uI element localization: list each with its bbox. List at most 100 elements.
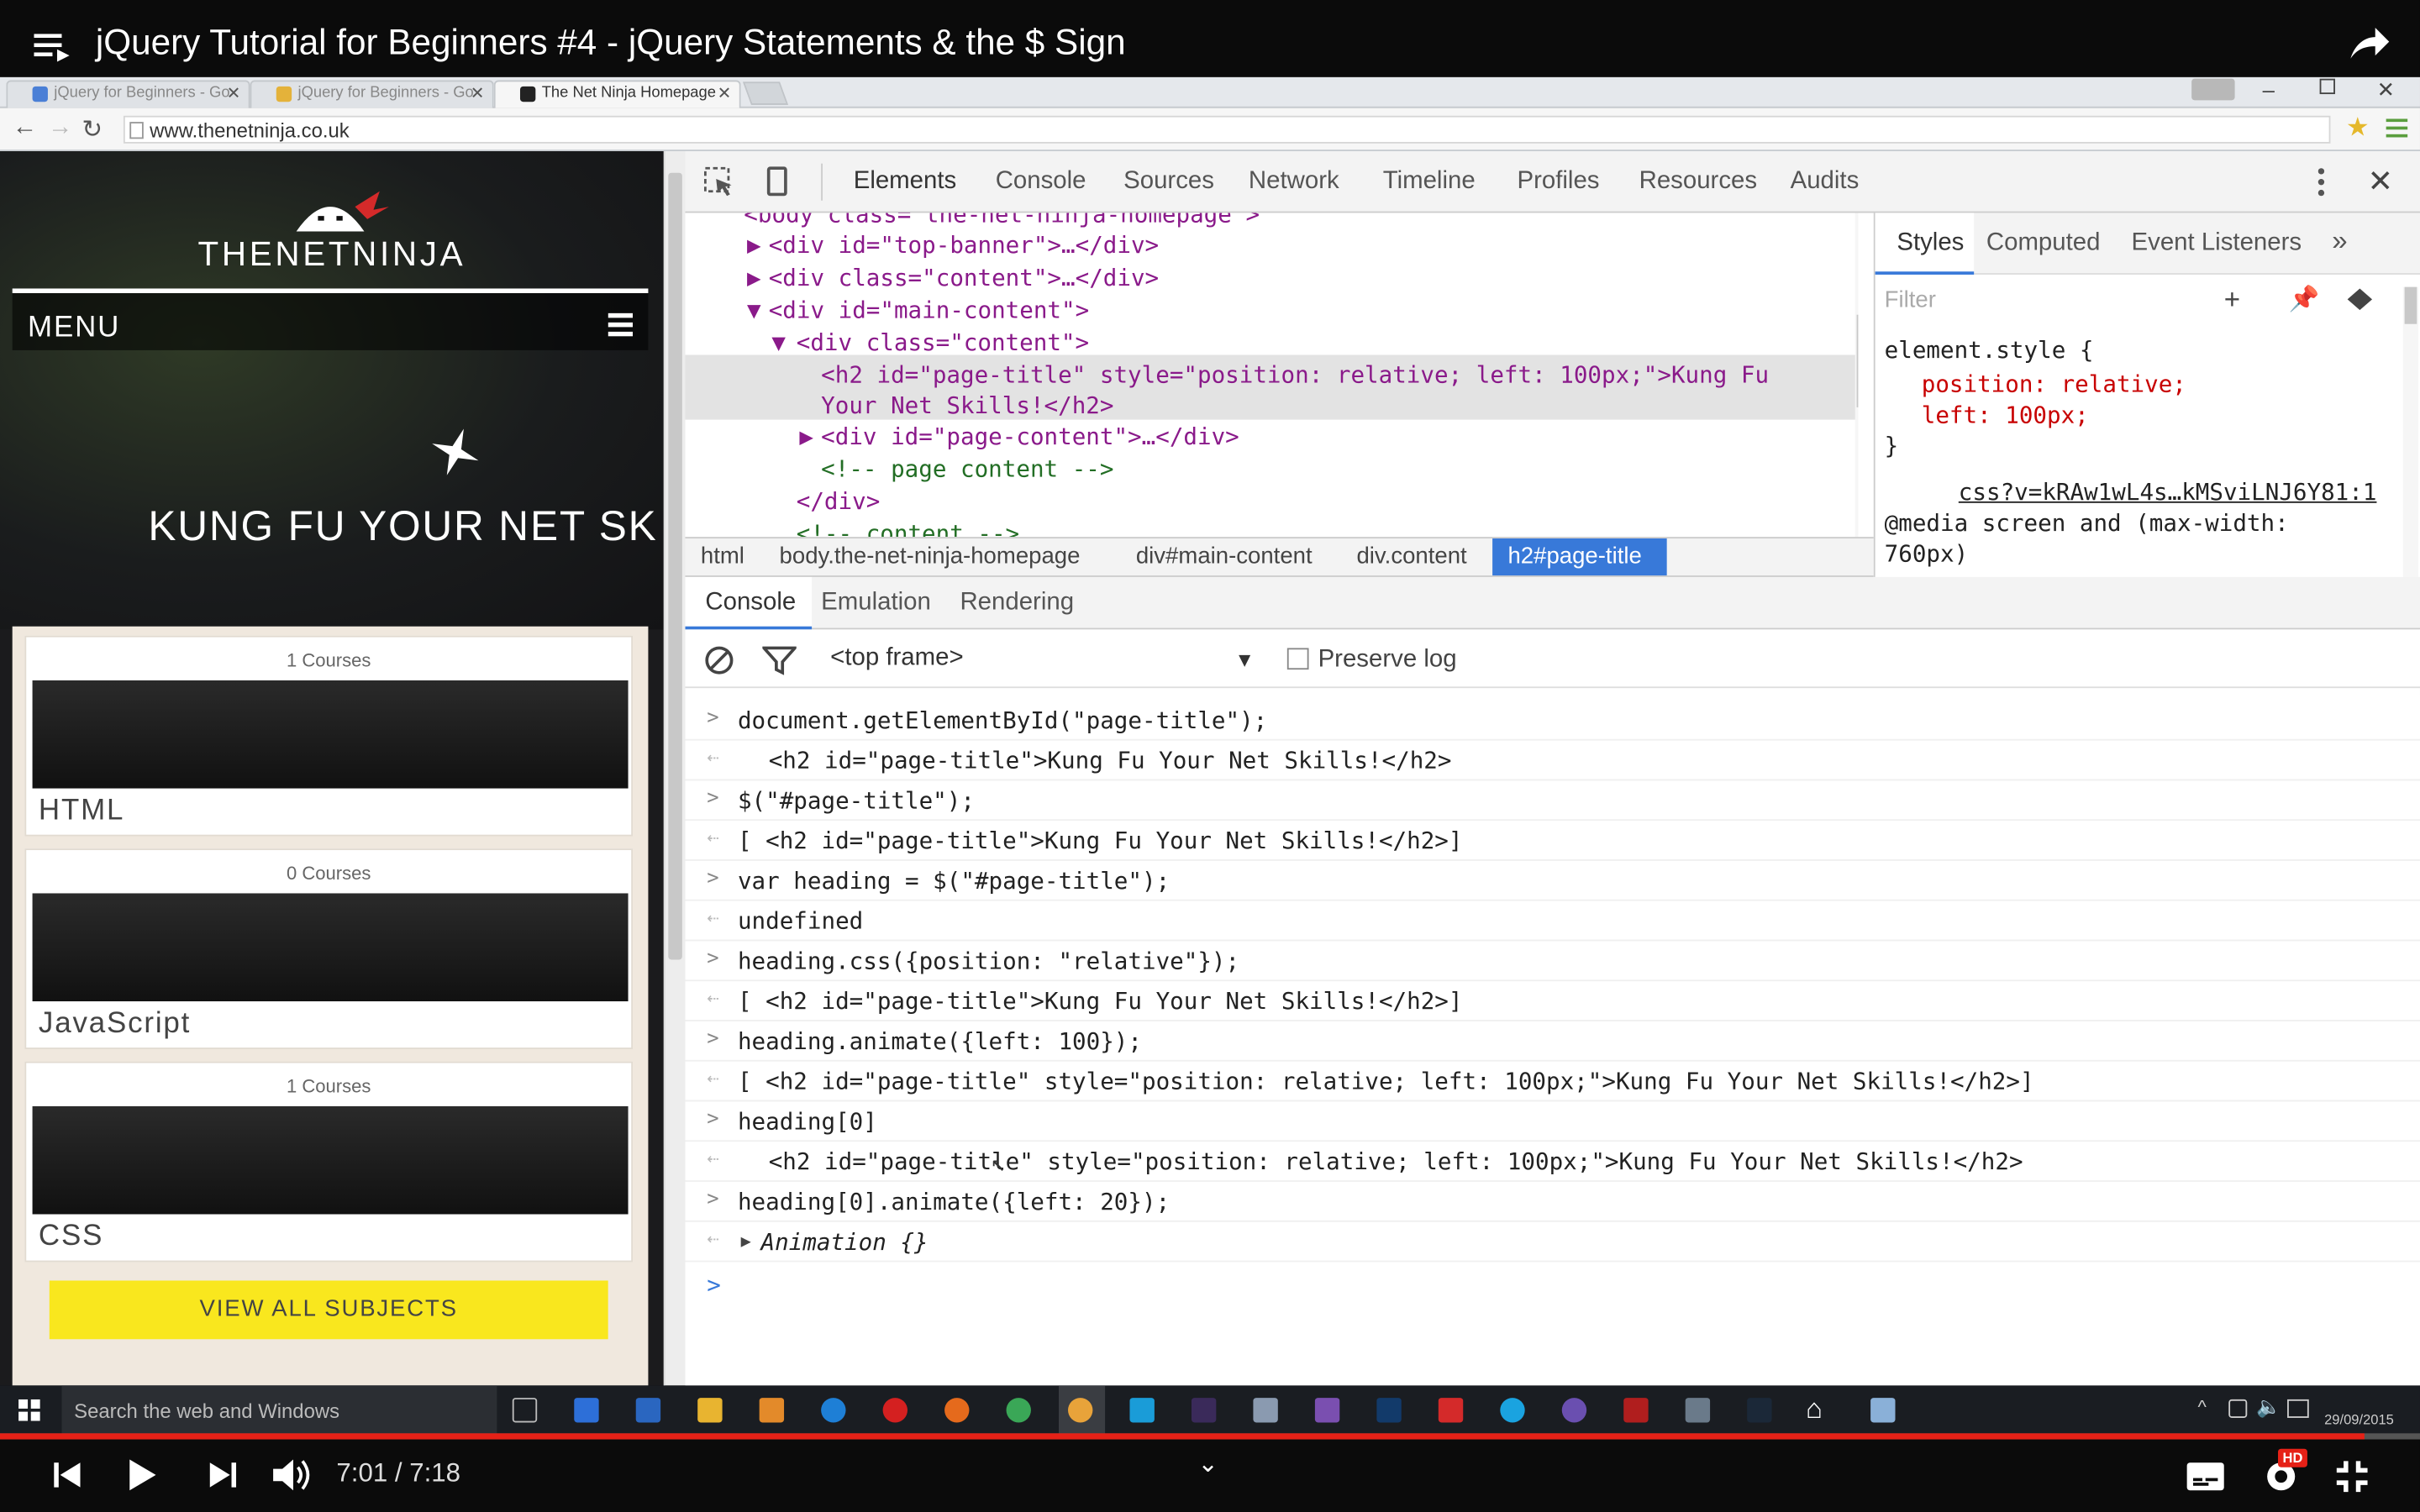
view-all-subjects-button[interactable]: VIEW ALL SUBJECTS <box>49 1280 608 1340</box>
dom-line[interactable]: <div class="content">…</div> <box>769 264 1159 291</box>
taskbar-search-input[interactable]: Search the web and Windows <box>61 1385 497 1436</box>
tab-elements[interactable]: Elements <box>854 168 957 196</box>
app-icon[interactable] <box>1253 1398 1278 1423</box>
dom-collapse-icon[interactable]: ▼ <box>771 328 786 356</box>
expand-object-icon[interactable]: ▶ <box>741 1231 751 1252</box>
close-tab-icon[interactable]: ✕ <box>471 83 485 103</box>
tab-event-listeners[interactable]: Event Listeners <box>2132 230 2302 258</box>
site-logo-text[interactable]: THENETNINJA <box>0 234 664 275</box>
visual-studio-icon[interactable] <box>1314 1398 1340 1423</box>
task-view-icon[interactable] <box>512 1398 538 1423</box>
dom-line[interactable]: <div class="content"> <box>797 328 1089 356</box>
style-property[interactable]: position: relative; <box>1922 370 2186 398</box>
hamburger-icon[interactable] <box>608 312 634 337</box>
preserve-log-checkbox[interactable] <box>1286 648 1309 670</box>
forward-icon[interactable]: → <box>48 114 72 142</box>
previous-icon[interactable] <box>52 1461 83 1488</box>
more-options-icon[interactable] <box>2317 166 2326 197</box>
breadcrumb-item[interactable]: div.content <box>1356 543 1466 570</box>
dom-tree[interactable]: <body class="the-net-ninja-homepage"> ▶ … <box>685 213 1859 538</box>
breadcrumb-item-active[interactable]: h2#page-title <box>1492 538 1667 576</box>
styles-scrollbar-thumb[interactable] <box>2404 286 2417 324</box>
opera-icon[interactable] <box>882 1398 908 1423</box>
more-tabs-icon[interactable]: » <box>2332 225 2347 258</box>
dom-collapse-icon[interactable]: ▼ <box>747 297 761 324</box>
filezilla-icon[interactable] <box>1623 1398 1649 1423</box>
subject-card[interactable]: 0 Courses JavaScript <box>24 848 634 1049</box>
subtitles-icon[interactable] <box>2186 1461 2226 1492</box>
network-icon[interactable] <box>2228 1399 2248 1418</box>
firefox-icon[interactable] <box>944 1398 970 1423</box>
tab-console[interactable]: Console <box>996 168 1086 196</box>
dom-comment[interactable]: <!-- page content --> <box>821 455 1113 483</box>
steam-icon[interactable] <box>1747 1398 1772 1423</box>
tab-styles[interactable]: Styles <box>1897 230 1964 258</box>
tab-computed[interactable]: Computed <box>1986 230 2101 258</box>
cloud-app-icon[interactable] <box>759 1398 785 1423</box>
subject-card[interactable]: 1 Courses HTML <box>24 635 634 837</box>
dom-line[interactable]: </div> <box>797 487 881 515</box>
share-icon[interactable] <box>2346 24 2392 61</box>
console-line[interactable]: ⇠ undefined <box>685 901 2420 942</box>
device-mode-icon[interactable] <box>766 166 787 197</box>
tab-audits[interactable]: Audits <box>1791 168 1860 196</box>
tray-chevron-icon[interactable]: ^ <box>2198 1396 2207 1418</box>
console-line[interactable]: ⇠ [ <h2 id="page-title">Kung Fu Your Net … <box>685 821 2420 861</box>
console-input-prompt[interactable]: > <box>707 1271 721 1299</box>
chrome-menu-icon[interactable] <box>2386 118 2408 138</box>
color-format-icon[interactable] <box>2344 287 2378 312</box>
close-tab-icon[interactable]: ✕ <box>227 83 241 103</box>
browser-tab-active[interactable]: The Net Ninja Homepage ✕ <box>493 80 741 108</box>
video-progress-bar[interactable] <box>0 1433 2420 1440</box>
console-line[interactable]: > var heading = $("#page-title"); <box>685 861 2420 901</box>
edge-icon[interactable] <box>821 1398 846 1423</box>
console-output[interactable]: > document.getElementById("page-title"); … <box>685 694 2420 1386</box>
console-line[interactable]: ⇠ <h2 id="page-title" style="position: re… <box>685 1142 2420 1182</box>
console-line[interactable]: > document.getElementById("page-title"); <box>685 701 2420 741</box>
tab-sources[interactable]: Sources <box>1123 168 1214 196</box>
dom-line[interactable]: <body class="the-net-ninja-homepage"> <box>744 213 1260 228</box>
console-line[interactable]: > heading[0] <box>685 1101 2420 1142</box>
clock-date[interactable]: 29/09/2015 <box>2324 1412 2394 1427</box>
page-scrollbar-thumb[interactable] <box>668 172 682 960</box>
home-icon[interactable]: ⌂ <box>1806 1394 1823 1426</box>
new-tab-button[interactable] <box>742 81 789 105</box>
breadcrumb-item[interactable]: div#main-content <box>1136 543 1313 570</box>
inspect-element-icon[interactable] <box>704 166 735 197</box>
windows-start-icon[interactable] <box>18 1399 40 1421</box>
app-icon[interactable] <box>1685 1398 1711 1423</box>
console-line[interactable]: > heading.css({position: "relative"}); <box>685 941 2420 982</box>
console-line[interactable]: > heading.animate({left: 100}); <box>685 1021 2420 1062</box>
tab-profiles[interactable]: Profiles <box>1518 168 1600 196</box>
premiere-icon[interactable] <box>1191 1398 1217 1423</box>
style-rule-selector[interactable]: element.style { <box>1885 336 2094 364</box>
add-rule-icon[interactable]: + <box>2224 284 2240 317</box>
file-explorer-icon[interactable] <box>697 1398 723 1423</box>
dom-line[interactable]: <div id="top-banner">…</div> <box>769 232 1159 260</box>
star-icon[interactable]: ★ <box>2346 113 2370 144</box>
app-icon[interactable] <box>1561 1398 1587 1423</box>
console-line[interactable]: ⇠ <h2 id="page-title">Kung Fu Your Net Sk… <box>685 741 2420 781</box>
dom-expand-icon[interactable]: ▶ <box>799 423 813 450</box>
expand-chevron-icon[interactable]: ⌄ <box>1197 1449 1218 1480</box>
dom-line[interactable]: <div id="page-content">…</div> <box>821 423 1239 450</box>
play-icon[interactable] <box>127 1458 158 1492</box>
dom-scrollbar[interactable] <box>1854 213 1859 538</box>
dom-expand-icon[interactable]: ▶ <box>747 264 761 291</box>
photoshop-icon[interactable] <box>1376 1398 1402 1423</box>
breadcrumb-item[interactable]: html <box>701 543 744 570</box>
console-line[interactable]: ⇠ [ <h2 id="page-title" style="position: … <box>685 1062 2420 1102</box>
close-devtools-icon[interactable]: ✕ <box>2368 162 2394 201</box>
filter-icon[interactable] <box>762 645 797 676</box>
notifications-icon[interactable] <box>2287 1399 2309 1418</box>
tab-network[interactable]: Network <box>1249 168 1339 196</box>
stylesheet-link[interactable]: css?v=kRAw1wL4s…kMSviLNJ6Y81:1 <box>1959 478 2377 506</box>
minimize-icon[interactable]: – <box>2263 77 2275 102</box>
profile-icon[interactable] <box>2191 78 2235 101</box>
subject-card[interactable]: 1 Courses CSS <box>24 1061 634 1263</box>
console-line[interactable]: > $("#page-title"); <box>685 780 2420 822</box>
pin-icon[interactable]: 📌 <box>2289 284 2320 315</box>
outlook-icon[interactable] <box>635 1398 661 1423</box>
volume-tray-icon[interactable]: 🔈 <box>2256 1394 2281 1419</box>
dom-comment[interactable]: <!-- content --> <box>797 520 1019 537</box>
